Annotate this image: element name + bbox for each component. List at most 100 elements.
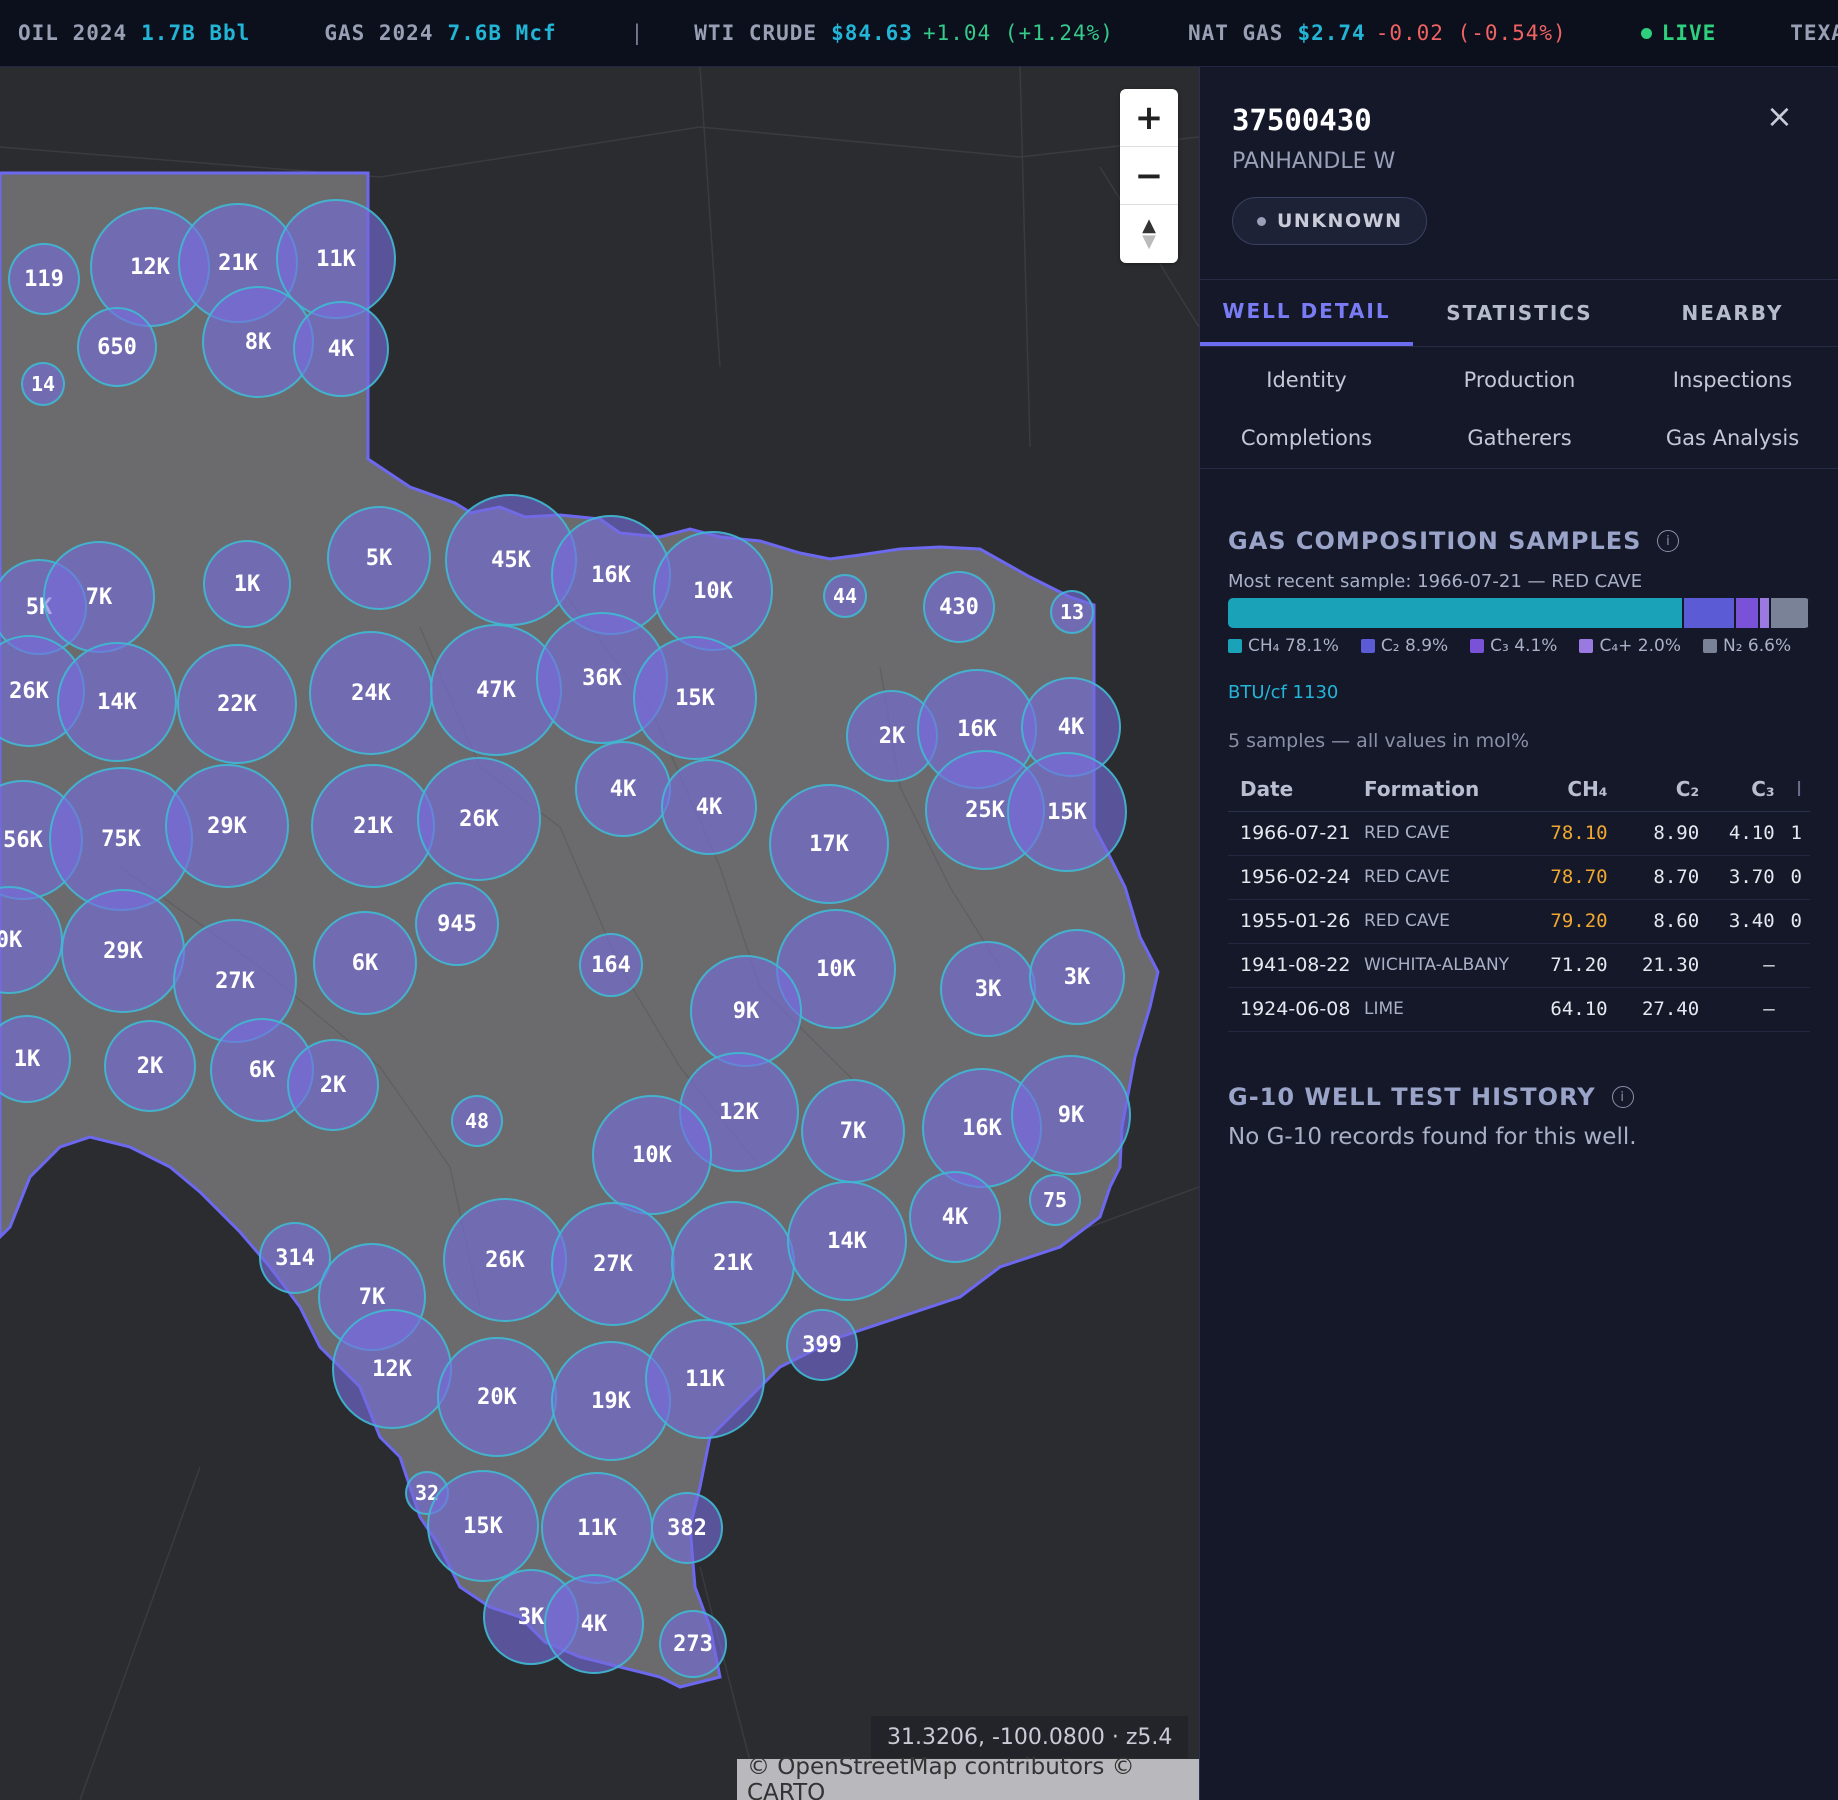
subtab-completions[interactable]: Completions bbox=[1200, 409, 1413, 467]
cluster-bubble[interactable]: 26K bbox=[443, 1198, 567, 1322]
cluster-bubble[interactable]: 430 bbox=[923, 571, 995, 643]
cluster-bubble[interactable]: 6K bbox=[313, 911, 417, 1015]
ticker-trailing: TEXAS WEL bbox=[1790, 21, 1838, 45]
tab-well-detail[interactable]: WELL DETAIL bbox=[1200, 280, 1413, 346]
col-ch4[interactable]: CH₄ bbox=[1524, 767, 1616, 812]
col-c3[interactable]: C₃ bbox=[1707, 767, 1783, 812]
cluster-bubble[interactable]: 399 bbox=[786, 1309, 858, 1381]
cluster-bubble[interactable]: 4K bbox=[293, 301, 389, 397]
cluster-bubble[interactable]: 17K bbox=[769, 784, 889, 904]
cluster-bubble[interactable]: 29K bbox=[165, 764, 289, 888]
cluster-bubble[interactable]: 15K bbox=[1007, 752, 1127, 872]
cluster-bubble[interactable]: 11K bbox=[541, 1472, 653, 1584]
composition-segment bbox=[1759, 598, 1772, 628]
zoom-out-button[interactable]: − bbox=[1120, 147, 1178, 205]
cell-formation: RED CAVE bbox=[1364, 855, 1524, 900]
cluster-bubble[interactable]: 4K bbox=[575, 741, 671, 837]
ticker-nat-gas: NAT GAS $2.74 -0.02 (-0.54%) bbox=[1188, 21, 1567, 45]
col-date[interactable]: Date bbox=[1228, 767, 1364, 812]
legend-swatch-icon bbox=[1702, 639, 1717, 653]
legend-swatch-icon bbox=[1360, 639, 1375, 653]
cluster-bubble[interactable]: 14 bbox=[21, 362, 65, 406]
cluster-bubble[interactable]: 7K bbox=[801, 1079, 905, 1183]
ticker-change-up: +1.04 (+1.24%) bbox=[922, 21, 1114, 45]
cluster-bubble[interactable]: 3K bbox=[940, 941, 1036, 1037]
cluster-bubble[interactable]: 10K bbox=[653, 531, 773, 651]
cluster-bubble[interactable]: 650 bbox=[77, 307, 157, 387]
legend-swatch-icon bbox=[1470, 639, 1485, 653]
cluster-bubble[interactable]: 22K bbox=[177, 644, 297, 764]
cluster-bubble[interactable]: 13 bbox=[1050, 590, 1094, 634]
table-row[interactable]: 1924-06-08 LIME 64.10 27.40— bbox=[1228, 987, 1810, 1032]
subtab-identity[interactable]: Identity bbox=[1200, 351, 1413, 409]
legend-swatch-icon bbox=[1579, 639, 1594, 653]
map-attribution[interactable]: © OpenStreetMap contributors © CARTO bbox=[737, 1754, 1199, 1800]
cluster-bubble[interactable]: 14K bbox=[787, 1181, 907, 1301]
cluster-bubble[interactable]: 27K bbox=[551, 1202, 675, 1326]
cluster-bubble[interactable]: 24K bbox=[309, 631, 433, 755]
cluster-bubble[interactable]: 21K bbox=[311, 764, 435, 888]
cluster-bubble[interactable]: 4K bbox=[544, 1574, 644, 1674]
cluster-bubble[interactable]: 44 bbox=[823, 574, 867, 618]
cluster-bubble[interactable]: 382 bbox=[651, 1492, 723, 1564]
btu-value: BTU/cf 1130 bbox=[1228, 682, 1339, 703]
composition-segment bbox=[1735, 598, 1760, 628]
cluster-bubble[interactable]: 164 bbox=[579, 933, 643, 997]
reset-north-button[interactable]: ▲ ▼ bbox=[1120, 205, 1178, 263]
cluster-bubble[interactable]: 29K bbox=[61, 889, 185, 1013]
cell-c2: 8.60 bbox=[1615, 899, 1708, 944]
col-c4[interactable]: I bbox=[1782, 767, 1810, 812]
table-row[interactable]: 1956-02-24 RED CAVE 78.70 8.70 3.70 0 bbox=[1228, 855, 1810, 900]
tab-nearby[interactable]: NEARBY bbox=[1626, 280, 1838, 346]
cluster-bubble[interactable]: 14K bbox=[57, 642, 177, 762]
cluster-bubble[interactable]: 15K bbox=[427, 1470, 539, 1582]
zoom-in-button[interactable]: + bbox=[1120, 89, 1178, 147]
subtab-gas-analysis[interactable]: Gas Analysis bbox=[1626, 409, 1838, 467]
map-canvas[interactable]: 119 12K 21K 11K 650 8K 4K 14 5K 7K 1K 5K 45K 16K 10K 44… bbox=[0, 67, 1199, 1800]
subtab-gatherers[interactable]: Gatherers bbox=[1413, 409, 1626, 467]
legend-item: C₃ 4.1% bbox=[1470, 636, 1557, 656]
cluster-bubble[interactable]: 48 bbox=[451, 1095, 503, 1147]
info-icon[interactable]: i bbox=[1611, 1086, 1634, 1108]
cluster-bubble[interactable]: 15K bbox=[633, 636, 757, 760]
cluster-bubble[interactable]: 2K bbox=[104, 1020, 196, 1112]
cell-c3: 3.70 bbox=[1707, 855, 1783, 900]
cluster-bubble[interactable]: 3K bbox=[1029, 929, 1125, 1025]
cluster-bubble[interactable]: 11K bbox=[645, 1319, 765, 1439]
cluster-bubble[interactable]: 273 bbox=[659, 1610, 727, 1678]
cell-date: 1956-02-24 bbox=[1228, 855, 1364, 900]
cluster-bubble[interactable]: 20K bbox=[437, 1337, 557, 1457]
well-detail-panel: 37500430 PANHANDLE W × UNKNOWN WELL DETA… bbox=[1199, 67, 1838, 1800]
col-formation[interactable]: Formation bbox=[1364, 767, 1524, 812]
cluster-bubble[interactable]: 10K bbox=[592, 1095, 712, 1215]
cluster-bubble[interactable]: 12K bbox=[332, 1309, 452, 1429]
tab-statistics[interactable]: STATISTICS bbox=[1413, 280, 1626, 346]
cluster-bubble[interactable]: 21K bbox=[671, 1201, 795, 1325]
cluster-bubble[interactable]: 9K bbox=[690, 955, 802, 1067]
subtab-production[interactable]: Production bbox=[1413, 351, 1626, 409]
table-row[interactable]: 1966-07-21 RED CAVE 78.10 8.90 4.10 1 bbox=[1228, 811, 1810, 856]
col-c2[interactable]: C₂ bbox=[1615, 767, 1708, 812]
compass-icon: ▲ ▼ bbox=[1142, 215, 1156, 252]
cluster-bubble[interactable]: 2K bbox=[287, 1039, 379, 1131]
subtab-inspections[interactable]: Inspections bbox=[1626, 351, 1838, 409]
cluster-bubble[interactable]: 7K bbox=[43, 541, 155, 653]
cluster-bubble[interactable]: 945 bbox=[415, 882, 499, 966]
cluster-bubble[interactable]: 75 bbox=[1029, 1174, 1081, 1226]
cluster-bubble[interactable]: 5K bbox=[327, 506, 431, 610]
cluster-bubble[interactable]: 1K bbox=[203, 540, 291, 628]
cluster-bubble[interactable]: 4K bbox=[661, 759, 757, 855]
cell-date: 1941-08-22 bbox=[1228, 943, 1364, 988]
live-dot-icon bbox=[1640, 27, 1652, 39]
cluster-bubble[interactable]: 4K bbox=[909, 1171, 1001, 1263]
cluster-bubble[interactable]: 26K bbox=[417, 757, 541, 881]
legend-item: C₄+ 2.0% bbox=[1579, 636, 1681, 656]
info-icon[interactable]: i bbox=[1657, 530, 1680, 552]
cluster-bubble[interactable]: 119 bbox=[8, 243, 80, 315]
live-indicator: LIVE bbox=[1640, 21, 1717, 45]
close-icon[interactable]: × bbox=[1766, 97, 1793, 135]
cell-c3: — bbox=[1707, 987, 1783, 1032]
table-row[interactable]: 1941-08-22 WICHITA-ALBANY 71.20 21.30— bbox=[1228, 943, 1810, 988]
cluster-bubble[interactable]: 9K bbox=[1011, 1055, 1131, 1175]
table-row[interactable]: 1955-01-26 RED CAVE 79.20 8.60 3.40 0 bbox=[1228, 899, 1810, 944]
